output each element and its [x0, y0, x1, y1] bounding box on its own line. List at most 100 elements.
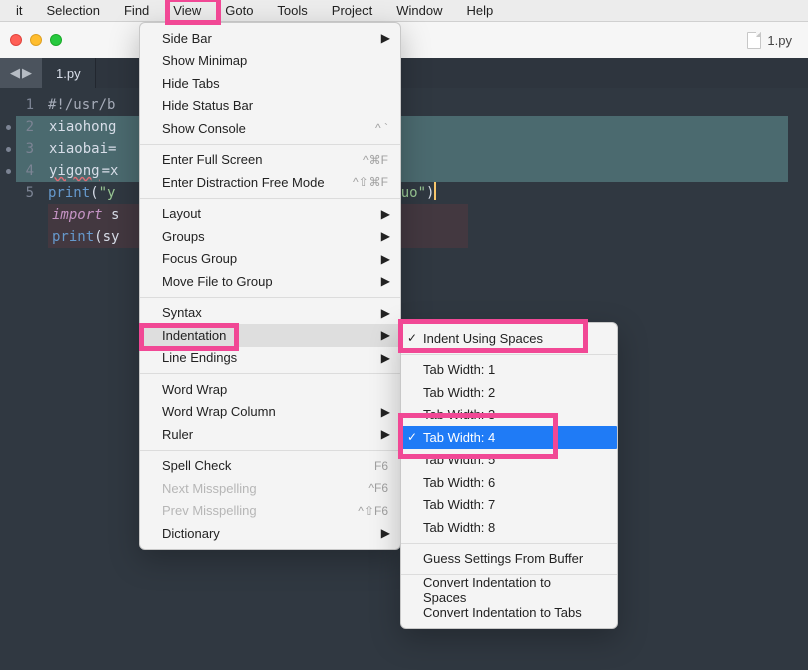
menu-item-label: Tab Width: 8 [423, 520, 495, 535]
menubar-item-tools[interactable]: Tools [265, 1, 319, 20]
menubar: it Selection Find View Goto Tools Projec… [0, 0, 808, 22]
menu-item-indent-using-spaces[interactable]: ✓Indent Using Spaces [401, 327, 617, 350]
checkmark-icon: ✓ [407, 430, 417, 444]
menu-item-line-endings[interactable]: Line Endings▶ [140, 347, 400, 370]
menubar-item-window[interactable]: Window [384, 1, 454, 20]
menu-item-enter-distraction-free[interactable]: Enter Distraction Free Mode^⇧⌘F [140, 171, 400, 194]
menu-item-syntax[interactable]: Syntax▶ [140, 302, 400, 325]
menu-separator [401, 543, 617, 544]
menu-separator [140, 198, 400, 199]
menu-item-focus-group[interactable]: Focus Group▶ [140, 248, 400, 271]
shortcut-text: ^⌘F [363, 153, 388, 167]
code-text: import [52, 207, 103, 223]
menu-item-show-console[interactable]: Show Console ^ ` [140, 117, 400, 140]
shortcut-text: ^ ` [375, 121, 388, 135]
menu-item-word-wrap[interactable]: Word Wrap [140, 378, 400, 401]
menu-item-ruler[interactable]: Ruler ▶ [140, 423, 400, 446]
menu-item-convert-to-tabs[interactable]: Convert Indentation to Tabs [401, 602, 617, 625]
shortcut-text: F6 [374, 459, 388, 473]
menu-item-convert-to-spaces[interactable]: Convert Indentation to Spaces [401, 579, 617, 602]
minimize-icon[interactable] [30, 34, 42, 46]
menu-item-tab-width-5[interactable]: Tab Width: 5 [401, 449, 617, 472]
menu-item-tab-width-6[interactable]: Tab Width: 6 [401, 471, 617, 494]
menu-item-move-file-to-group[interactable]: Move File to Group▶ [140, 270, 400, 293]
menu-item-label: Tab Width: 3 [423, 407, 495, 422]
forward-icon[interactable]: ▶ [22, 65, 32, 81]
line-number: 4 [0, 160, 42, 182]
menubar-item-selection[interactable]: Selection [35, 1, 112, 20]
menu-item-tab-width-7[interactable]: Tab Width: 7 [401, 494, 617, 517]
menu-item-label: Tab Width: 4 [423, 430, 495, 445]
code-text: "y [99, 185, 116, 201]
chevron-right-icon: ▶ [381, 306, 390, 320]
menu-item-tab-width-2[interactable]: Tab Width: 2 [401, 381, 617, 404]
chevron-right-icon: ▶ [381, 31, 390, 45]
menu-item-label: Dictionary [162, 526, 220, 541]
code-text: print [52, 229, 94, 245]
line-number: 5 [0, 182, 42, 204]
menu-item-label: Tab Width: 2 [423, 385, 495, 400]
menu-separator [140, 450, 400, 451]
chevron-right-icon: ▶ [381, 274, 390, 288]
menu-item-show-minimap[interactable]: Show Minimap [140, 50, 400, 73]
menu-item-label: Hide Status Bar [162, 98, 253, 113]
tabstrip: ◀ ▶ 1.py [0, 58, 808, 88]
menu-item-label: Layout [162, 206, 201, 221]
chevron-right-icon: ▶ [381, 328, 390, 342]
menu-item-guess-settings[interactable]: Guess Settings From Buffer [401, 548, 617, 571]
menu-item-label: Show Minimap [162, 53, 247, 68]
code-text: ) [426, 185, 434, 201]
menu-item-groups[interactable]: Groups▶ [140, 225, 400, 248]
menu-item-label: Show Console [162, 121, 246, 136]
back-icon[interactable]: ◀ [10, 65, 20, 81]
chevron-right-icon: ▶ [381, 526, 390, 540]
menu-item-tab-width-1[interactable]: Tab Width: 1 [401, 359, 617, 382]
window-filename: 1.py [767, 33, 792, 48]
tab-file-1[interactable]: 1.py [42, 58, 96, 88]
menu-item-dictionary[interactable]: Dictionary ▶ [140, 522, 400, 545]
line-number: 2 [0, 116, 42, 138]
menu-item-hide-tabs[interactable]: Hide Tabs [140, 72, 400, 95]
menubar-item-view[interactable]: View [161, 1, 213, 20]
code-text: print [48, 185, 90, 201]
line-number: 1 [0, 94, 42, 116]
chevron-right-icon: ▶ [381, 351, 390, 365]
menu-item-enter-full-screen[interactable]: Enter Full Screen^⌘F [140, 149, 400, 172]
menubar-item-goto[interactable]: Goto [213, 1, 265, 20]
menubar-item-help[interactable]: Help [455, 1, 506, 20]
menu-item-side-bar[interactable]: Side Bar▶ [140, 27, 400, 50]
chevron-right-icon: ▶ [381, 427, 390, 441]
menu-item-tab-width-4[interactable]: ✓ Tab Width: 4 [401, 426, 617, 449]
code-text: xiaohong [48, 119, 117, 135]
line-number: 3 [0, 138, 42, 160]
menu-item-label: Hide Tabs [162, 76, 220, 91]
indentation-submenu: ✓Indent Using Spaces Tab Width: 1 Tab Wi… [400, 322, 618, 629]
code-text: #!/usr/b [48, 97, 115, 113]
menu-separator [140, 297, 400, 298]
menubar-item-project[interactable]: Project [320, 1, 384, 20]
menu-item-tab-width-8[interactable]: Tab Width: 8 [401, 516, 617, 539]
menu-item-label: Ruler [162, 427, 193, 442]
menu-item-spell-check[interactable]: Spell CheckF6 [140, 455, 400, 478]
menu-item-tab-width-3[interactable]: Tab Width: 3 [401, 404, 617, 427]
menu-item-label: Word Wrap Column [162, 404, 276, 419]
caret [434, 182, 436, 200]
maximize-icon[interactable] [50, 34, 62, 46]
menu-item-layout[interactable]: Layout▶ [140, 203, 400, 226]
menubar-item-find[interactable]: Find [112, 1, 161, 20]
menu-item-indentation[interactable]: Indentation▶ [140, 324, 400, 347]
chevron-right-icon: ▶ [381, 252, 390, 266]
code-text: ( [90, 185, 98, 201]
menu-item-label: Tab Width: 6 [423, 475, 495, 490]
menu-item-label: Word Wrap [162, 382, 227, 397]
menu-item-word-wrap-column[interactable]: Word Wrap Column▶ [140, 401, 400, 424]
menu-item-hide-status-bar[interactable]: Hide Status Bar [140, 95, 400, 118]
window-titlebar: 1.py [0, 22, 808, 58]
gutter: 1 2 3 4 5 [0, 94, 42, 204]
close-icon[interactable] [10, 34, 22, 46]
traffic-lights [10, 34, 62, 46]
checkmark-icon: ✓ [407, 331, 417, 345]
view-menu: Side Bar▶ Show Minimap Hide Tabs Hide St… [139, 22, 401, 550]
tab-history-nav[interactable]: ◀ ▶ [0, 58, 42, 88]
menubar-item-edit-fragment[interactable]: it [4, 1, 35, 20]
